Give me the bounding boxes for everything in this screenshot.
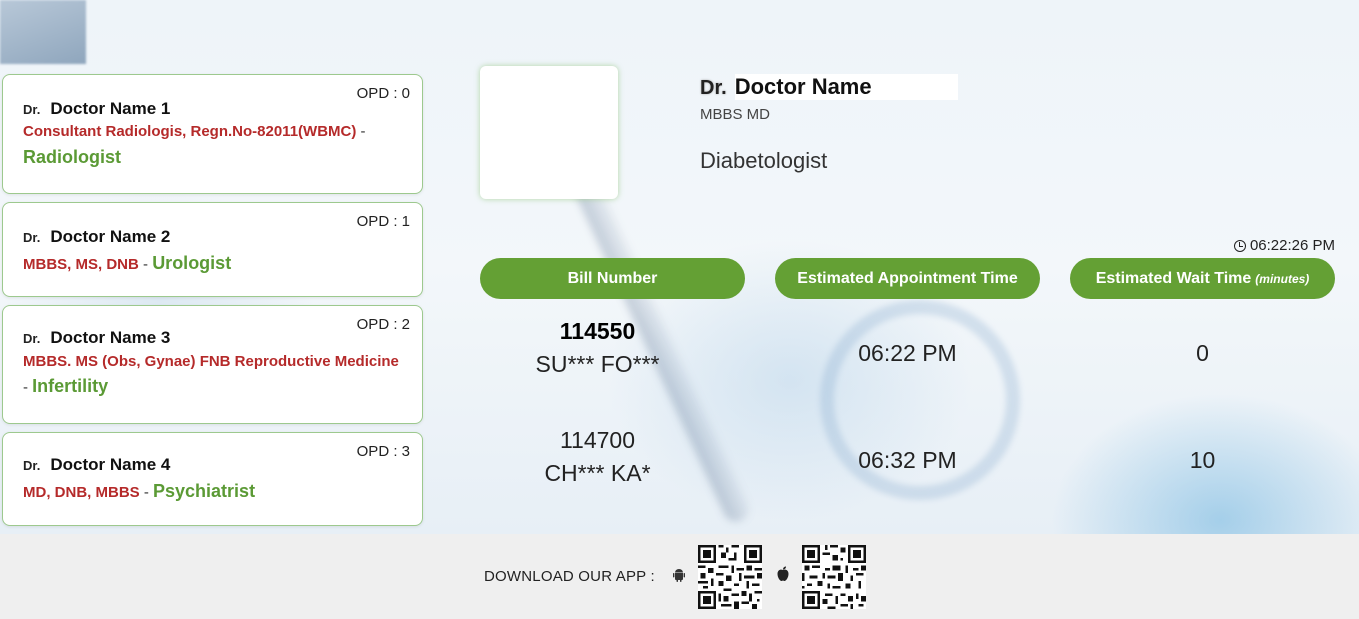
header-unit: (minutes) xyxy=(1255,271,1310,286)
doctor-name: Doctor Name 4 xyxy=(50,455,171,474)
wait-time: 0 xyxy=(1196,340,1209,366)
dr-prefix: Dr. xyxy=(23,458,41,473)
separator: - xyxy=(139,484,154,501)
ios-qr-code[interactable] xyxy=(802,545,866,609)
table-row-1-bill: 114550 SU*** FO*** xyxy=(480,318,715,378)
dr-prefix: Dr. xyxy=(700,77,727,99)
doctor-qualification: MD, DNB, MBBS xyxy=(23,484,140,501)
opd-number: OPD : 3 xyxy=(356,443,410,460)
dr-prefix: Dr. xyxy=(23,331,41,346)
opd-number: OPD : 0 xyxy=(356,85,410,102)
header-appointment-time: Estimated Appointment Time xyxy=(775,258,1040,299)
clock-icon xyxy=(1233,239,1246,252)
header-bill-number: Bill Number xyxy=(480,258,745,299)
current-time-text: 06:22:26 PM xyxy=(1249,237,1335,254)
header-label: Bill Number xyxy=(567,269,658,287)
separator: - xyxy=(23,379,33,396)
hospital-logo xyxy=(0,0,86,64)
header-label: Estimated Wait Time xyxy=(1095,269,1252,287)
doctor-name: Doctor Name 1 xyxy=(50,99,171,118)
opd-number: OPD : 2 xyxy=(356,316,410,333)
current-doctor-name: Doctor Name xyxy=(734,74,958,100)
doctor-specialty: Radiologist xyxy=(23,147,121,167)
appointment-time: 06:22 PM xyxy=(858,340,957,366)
wait-time: 10 xyxy=(1189,447,1216,473)
appointment-time: 06:32 PM xyxy=(858,447,957,473)
current-doctor-specialty: Diabetologist xyxy=(700,148,828,173)
doctor-qualification: Consultant Radiologis, Regn.No-82011(WBM… xyxy=(23,123,357,140)
header-label: Estimated Appointment Time xyxy=(797,269,1018,287)
doctor-card-3[interactable]: OPD : 2 Dr. Doctor Name 3 MBBS. MS (Obs,… xyxy=(2,305,423,424)
doctor-card-4[interactable]: OPD : 3 Dr. Doctor Name 4 MD, DNB, MBBS … xyxy=(2,432,423,526)
doctor-card-1[interactable]: OPD : 0 Dr. Doctor Name 1 Consultant Rad… xyxy=(2,74,423,194)
download-app-label: DOWNLOAD OUR APP : xyxy=(484,568,655,585)
bill-number: 114700 xyxy=(559,427,636,453)
android-icon xyxy=(673,569,685,582)
doctor-qualification: MBBS. MS (Obs, Gynae) FNB Reproductive M… xyxy=(23,353,399,370)
bill-number: 114550 xyxy=(559,318,636,344)
table-row-2-bill: 114700 CH*** KA* xyxy=(480,427,715,487)
doctor-specialty: Infertility xyxy=(32,376,109,396)
current-doctor-qualification: MBBS MD xyxy=(700,106,771,123)
separator: - xyxy=(138,256,153,273)
dr-prefix: Dr. xyxy=(23,230,41,245)
patient-name: CH*** KA* xyxy=(544,460,651,486)
doctor-name: Doctor Name 3 xyxy=(50,328,171,347)
apple-icon xyxy=(777,566,789,581)
doctor-name: Doctor Name 2 xyxy=(50,227,171,246)
dr-prefix: Dr. xyxy=(23,102,41,117)
header-wait-time: Estimated Wait Time (minutes) xyxy=(1070,258,1335,299)
doctor-specialty: Urologist xyxy=(152,253,232,273)
doctor-card-2[interactable]: OPD : 1 Dr. Doctor Name 2 MBBS, MS, DNB … xyxy=(2,202,423,297)
doctor-specialty: Psychiatrist xyxy=(153,481,256,501)
separator: - xyxy=(356,123,366,140)
doctor-qualification: MBBS, MS, DNB xyxy=(23,256,139,273)
doctor-photo xyxy=(480,66,618,199)
current-time: 06:22:26 PM xyxy=(1233,237,1335,254)
opd-number: OPD : 1 xyxy=(356,213,410,230)
current-doctor-heading: Dr. Doctor Name xyxy=(700,74,958,100)
android-qr-code[interactable] xyxy=(698,545,762,609)
patient-name: SU*** FO*** xyxy=(535,351,660,377)
